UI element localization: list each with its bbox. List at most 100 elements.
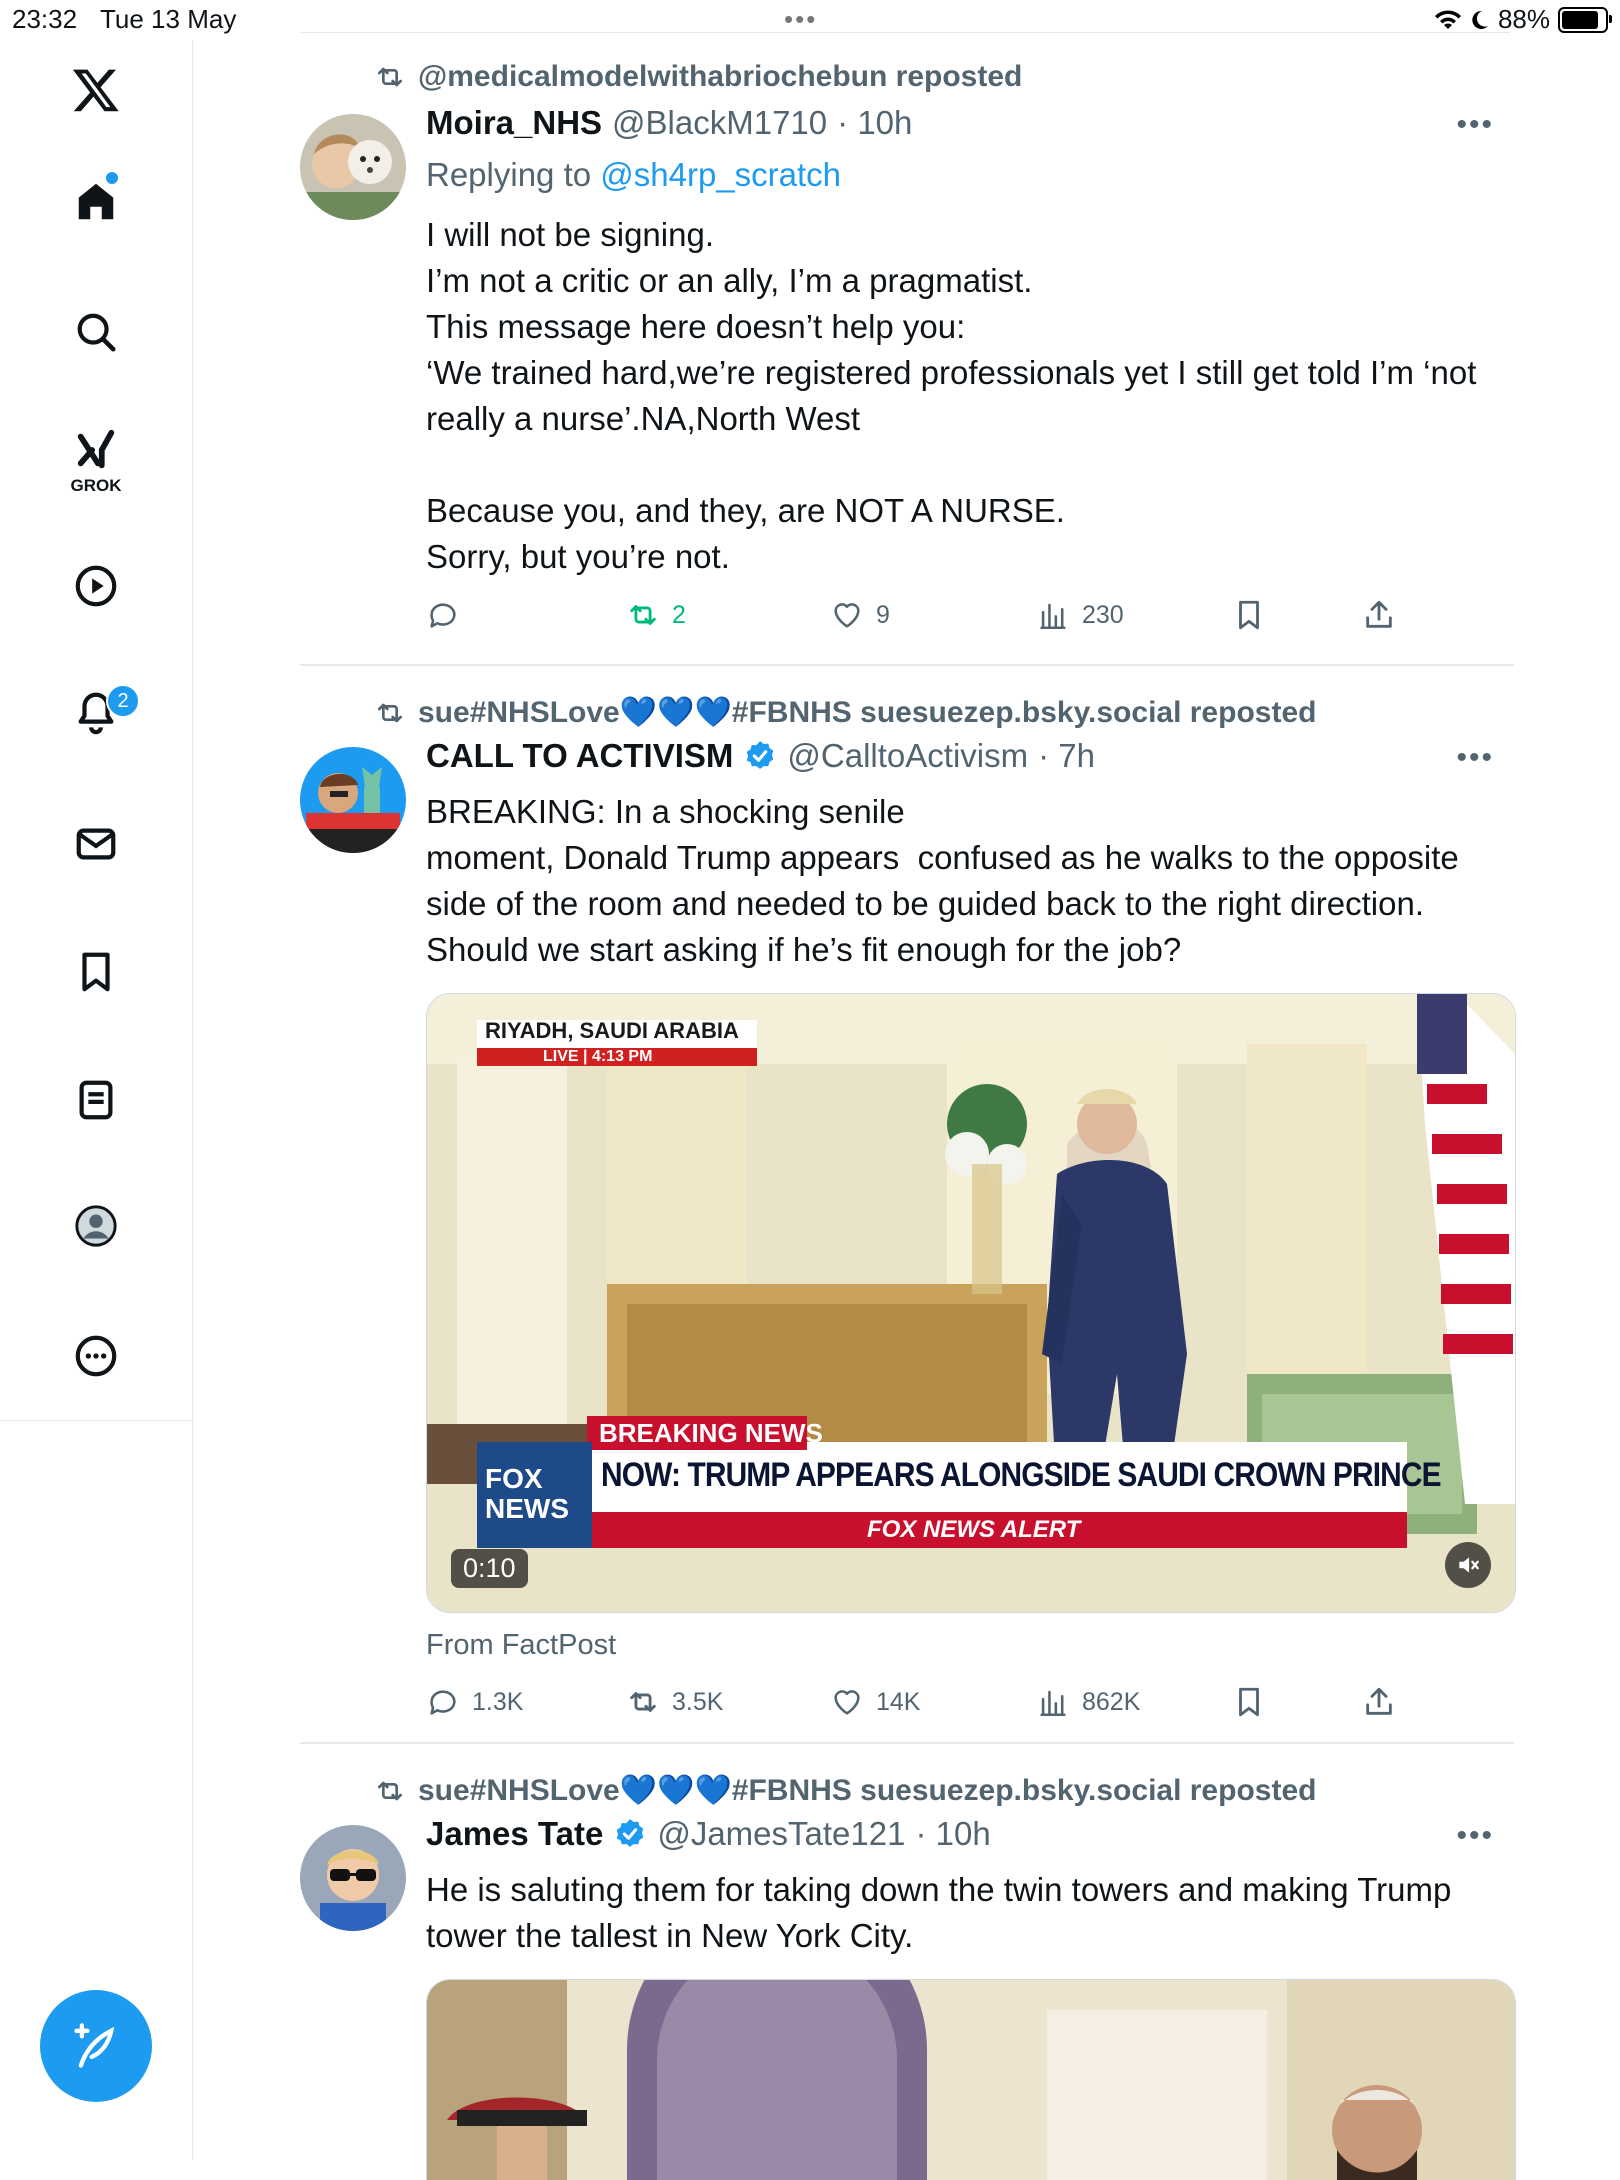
reply-button[interactable]: [426, 598, 472, 632]
avatar[interactable]: [300, 114, 406, 220]
video-headline: NOW: TRUMP APPEARS ALONGSIDE SAUDI CROWN…: [601, 1456, 1442, 1494]
media-source[interactable]: From FactPost: [426, 1629, 616, 1662]
like-button[interactable]: 14K: [830, 1685, 920, 1719]
tweet-actions: 2 9 230: [426, 598, 1486, 642]
bookmarks-icon[interactable]: [66, 942, 126, 1002]
author-name[interactable]: James Tate: [426, 1815, 603, 1853]
share-button[interactable]: [1362, 1685, 1396, 1719]
repost-count: 2: [672, 600, 686, 629]
previous-tweet-edge: [300, 0, 1510, 33]
more-options-icon[interactable]: •••: [1456, 741, 1494, 775]
repost-icon: [378, 67, 402, 87]
reply-count: 1.3K: [472, 1687, 524, 1716]
repost-icon: [630, 605, 656, 625]
repost-button[interactable]: 3.5K: [626, 1685, 723, 1719]
tweet[interactable]: @medicalmodelwithabriochebun reposted Mo…: [300, 60, 1514, 660]
author-handle[interactable]: @CalltoActivism: [787, 737, 1028, 775]
heart-icon: [834, 1690, 860, 1715]
tweet-time[interactable]: · 7h: [1038, 737, 1095, 775]
replying-prefix: Replying to: [426, 156, 601, 193]
compose-feather-icon: [74, 2023, 115, 2068]
search-icon[interactable]: [66, 302, 126, 362]
more-icon[interactable]: [66, 1326, 126, 1386]
author-handle[interactable]: @BlackM1710: [612, 104, 827, 142]
battery-icon: [1558, 6, 1612, 33]
tweet-time[interactable]: · 10h: [915, 1815, 990, 1853]
repost-context[interactable]: sue#NHSLove💙💙💙#FBNHS suesuezep.bsky.soci…: [374, 1773, 1316, 1808]
video-location: RIYADH, SAUDI ARABIA: [485, 1018, 739, 1043]
bookmark-button[interactable]: [1232, 1685, 1266, 1719]
repost-context-label: sue#NHSLove💙💙💙#FBNHS suesuezep.bsky.soci…: [418, 1774, 1317, 1807]
more-options-icon[interactable]: •••: [1456, 108, 1494, 142]
tweet-text: He is saluting them for taking down the …: [426, 1871, 1461, 1954]
like-button[interactable]: 9: [830, 598, 890, 632]
like-count: 14K: [876, 1687, 921, 1716]
messages-icon[interactable]: [66, 814, 126, 874]
tweet-actions: 1.3K 3.5K 14K 862K: [426, 1685, 1486, 1729]
tweet[interactable]: sue#NHSLove💙💙💙#FBNHS suesuezep.bsky.soci…: [300, 695, 1516, 1735]
repost-context[interactable]: @medicalmodelwithabriochebun reposted: [374, 60, 1022, 94]
status-date: Tue 13 May: [100, 4, 237, 34]
repost-icon: [630, 1692, 656, 1712]
repost-context-label: @medicalmodelwithabriochebun reposted: [418, 60, 1023, 93]
reply-button[interactable]: 1.3K: [426, 1685, 523, 1719]
replying-to: Replying to @sh4rp_scratch: [426, 156, 841, 194]
tweet-header: Moira_NHS @BlackM1710 · 10h: [426, 104, 912, 142]
live-text: LIVE: [543, 1048, 579, 1065]
video-alert: FOX NEWS ALERT: [867, 1516, 1081, 1543]
bookmark-button[interactable]: [1232, 598, 1266, 632]
repost-count: 3.5K: [672, 1687, 724, 1716]
reply-icon: [430, 603, 456, 628]
repost-icon: [378, 1781, 402, 1800]
tweet-header: CALL TO ACTIVISM @CalltoActivism · 7h: [426, 737, 1095, 775]
video-player[interactable]: [426, 1979, 1516, 2180]
repost-icon: [378, 703, 402, 722]
live-time: 4:13 PM: [591, 1048, 653, 1065]
repost-button[interactable]: 2: [626, 598, 686, 632]
bookmark-icon: [1239, 600, 1259, 630]
lists-icon[interactable]: [66, 1070, 126, 1130]
author-handle[interactable]: @JamesTate121: [657, 1815, 905, 1853]
replying-to-link[interactable]: @sh4rp_scratch: [600, 156, 841, 193]
mute-button[interactable]: [1445, 1542, 1491, 1588]
grok-icon[interactable]: [66, 420, 126, 480]
repost-context-label: sue#NHSLove💙💙💙#FBNHS suesuezep.bsky.soci…: [418, 696, 1317, 729]
like-count: 9: [876, 600, 890, 629]
video-breaking-label: BREAKING NEWS: [599, 1418, 823, 1448]
avatar[interactable]: [300, 1825, 406, 1931]
profile-icon[interactable]: [66, 1196, 126, 1256]
share-icon: [1366, 1687, 1392, 1715]
heart-icon: [834, 603, 860, 628]
video-live-label: LIVE | 4:13 PM: [543, 1048, 653, 1065]
tweet-time[interactable]: · 10h: [837, 104, 912, 142]
compose-button[interactable]: [40, 1990, 152, 2102]
verified-badge-icon: [617, 1819, 644, 1847]
home-unread-dot: [106, 172, 118, 184]
x-logo-icon[interactable]: [66, 60, 126, 120]
video-icon[interactable]: [66, 556, 126, 616]
tweet[interactable]: sue#NHSLove💙💙💙#FBNHS suesuezep.bsky.soci…: [300, 1773, 1516, 2180]
video-duration: 0:10: [451, 1549, 528, 1588]
verified-badge-icon: [747, 741, 774, 769]
views-count: 230: [1082, 600, 1124, 629]
tweet-header: James Tate @JamesTate121 · 10h: [426, 1815, 991, 1853]
tweet-divider: [300, 664, 1514, 666]
status-time: 23:32: [12, 4, 78, 34]
share-button[interactable]: [1362, 598, 1396, 632]
bookmark-icon: [1239, 1687, 1259, 1717]
grok-label[interactable]: GROK: [60, 476, 132, 496]
author-name[interactable]: CALL TO ACTIVISM: [426, 737, 733, 775]
avatar[interactable]: [300, 747, 406, 853]
reply-icon: [430, 1690, 456, 1715]
sidebar-divider: [0, 1420, 192, 1421]
repost-context[interactable]: sue#NHSLove💙💙💙#FBNHS suesuezep.bsky.soci…: [374, 695, 1316, 730]
more-options-icon[interactable]: •••: [1456, 1819, 1494, 1853]
tweet-text: BREAKING: In a shocking senile moment, D…: [426, 793, 1459, 968]
notifications-badge: 2: [106, 684, 140, 718]
views-button[interactable]: 862K: [1036, 1685, 1140, 1719]
author-name[interactable]: Moira_NHS: [426, 104, 602, 142]
video-player[interactable]: RIYADH, SAUDI ARABIA LIVE | 4:13 PM BREA…: [426, 993, 1516, 1613]
views-icon: [1040, 1690, 1066, 1717]
muted-speaker-icon: [1459, 1557, 1479, 1573]
views-button[interactable]: 230: [1036, 598, 1124, 632]
